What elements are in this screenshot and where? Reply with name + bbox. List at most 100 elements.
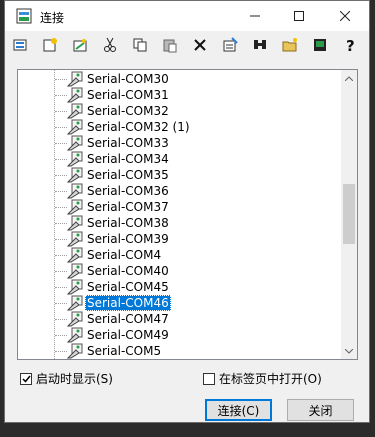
- session-item-label: Serial-COM30: [87, 72, 169, 86]
- tree-connector-line: [55, 79, 67, 80]
- tree-connector-line: [55, 159, 67, 160]
- scroll-down-button[interactable]: [341, 343, 357, 359]
- tree-connector-line: [55, 127, 67, 128]
- serial-session-icon: [66, 167, 83, 183]
- new-session-toolbar-button[interactable]: [39, 33, 60, 57]
- tree-connector-line: [55, 207, 67, 208]
- svg-text:?: ?: [346, 37, 355, 53]
- new-folder-toolbar-button[interactable]: [279, 33, 300, 57]
- window-title: 连接: [40, 11, 65, 25]
- tree-connector-line: [55, 143, 67, 144]
- find-toolbar-button[interactable]: [249, 33, 270, 57]
- checkbox-box[interactable]: [20, 372, 32, 385]
- session-item-label: Serial-COM32: [87, 104, 169, 118]
- serial-session-icon: [66, 295, 83, 311]
- serial-session-icon: [66, 183, 83, 199]
- serial-session-icon: [66, 231, 83, 247]
- tree-connector-line: [55, 111, 67, 112]
- session-item[interactable]: Serial-COM40: [18, 263, 338, 279]
- serial-session-icon: [66, 327, 83, 343]
- serial-session-icon: [66, 151, 83, 167]
- tree-connector-line: [55, 95, 67, 96]
- toolbar: ?: [5, 31, 369, 59]
- serial-session-icon: [66, 135, 83, 151]
- checkbox-box[interactable]: [203, 372, 215, 385]
- session-item-label: Serial-COM45: [87, 280, 169, 294]
- connect-app-icon: [16, 8, 32, 24]
- open-in-tab-label: 在标签页中打开(O): [219, 372, 322, 386]
- session-item[interactable]: Serial-COM36: [18, 183, 338, 199]
- session-tree[interactable]: Serial-COM30 Serial-COM31 Serial-COM32 Seri…: [17, 69, 358, 360]
- close-dialog-button[interactable]: 关闭: [287, 399, 354, 421]
- session-item[interactable]: Serial-COM34: [18, 151, 338, 167]
- session-item[interactable]: Serial-COM4: [18, 247, 338, 263]
- session-item[interactable]: Serial-COM38: [18, 215, 338, 231]
- serial-session-icon: [66, 263, 83, 279]
- help-toolbar-button[interactable]: ?: [339, 33, 360, 57]
- properties-toolbar-button[interactable]: [219, 33, 240, 57]
- chevron-up-icon: [345, 75, 353, 81]
- session-item-label: Serial-COM49: [87, 328, 169, 342]
- tree-connector-line: [55, 255, 67, 256]
- show-on-startup-checkbox[interactable]: 启动时显示(S): [20, 370, 113, 387]
- quick-connect-toolbar-button[interactable]: [69, 33, 90, 57]
- delete-toolbar-button[interactable]: [189, 33, 210, 57]
- session-item-label: Serial-COM37: [87, 200, 169, 214]
- show-on-startup-label: 启动时显示(S): [36, 372, 113, 386]
- minimize-button[interactable]: [233, 1, 277, 31]
- paste-toolbar-button[interactable]: [159, 33, 180, 57]
- serial-session-icon: [66, 215, 83, 231]
- session-item[interactable]: Serial-COM31: [18, 87, 338, 103]
- delete-icon: [193, 39, 206, 51]
- session-item-label: Serial-COM38: [87, 216, 169, 230]
- tree-connector-line: [55, 351, 67, 352]
- session-item[interactable]: Serial-COM39: [18, 231, 338, 247]
- session-item[interactable]: Serial-COM49: [18, 327, 338, 343]
- connect-toolbar-button[interactable]: [9, 33, 30, 57]
- connect-icon: [13, 39, 26, 51]
- session-item-label: Serial-COM39: [87, 232, 169, 246]
- session-item[interactable]: Serial-COM5: [18, 343, 338, 359]
- session-item-label: Serial-COM36: [87, 184, 169, 198]
- close-button[interactable]: [323, 1, 367, 31]
- scrollbar-thumb[interactable]: [343, 184, 355, 244]
- paste-icon: [163, 39, 176, 53]
- tree-connector-line: [55, 319, 67, 320]
- tree-connector-line: [55, 303, 67, 304]
- scroll-up-button[interactable]: [341, 70, 357, 86]
- serial-session-icon: [66, 119, 83, 135]
- session-item-label: Serial-COM40: [87, 264, 169, 278]
- desktop-icon: [313, 39, 326, 51]
- session-item[interactable]: Serial-COM32: [18, 103, 338, 119]
- serial-session-icon: [66, 311, 83, 327]
- close-icon: [340, 11, 350, 21]
- session-item-label: Serial-COM31: [87, 88, 169, 102]
- session-item[interactable]: Serial-COM30: [18, 71, 338, 87]
- session-item-label: Serial-COM33: [87, 136, 169, 150]
- session-item[interactable]: Serial-COM32 (1): [18, 119, 338, 135]
- serial-session-icon: [66, 247, 83, 263]
- copy-toolbar-button[interactable]: [129, 33, 150, 57]
- serial-session-icon: [66, 103, 83, 119]
- session-item-label: Serial-COM4: [87, 248, 162, 262]
- session-item[interactable]: Serial-COM35: [18, 167, 338, 183]
- session-item[interactable]: Serial-COM47: [18, 311, 338, 327]
- tree-connector-line: [55, 175, 67, 176]
- session-item[interactable]: Serial-COM33: [18, 135, 338, 151]
- copy-icon: [133, 38, 146, 52]
- connect-button[interactable]: 连接(C): [205, 399, 272, 421]
- vertical-scrollbar[interactable]: [341, 70, 357, 359]
- cut-toolbar-button[interactable]: [99, 33, 120, 57]
- connect-dialog: 连接 ? Serial-COM30 Serial-COM31 Serial-CO…: [4, 0, 370, 423]
- session-item[interactable]: Serial-COM45: [18, 279, 338, 295]
- maximize-button[interactable]: [277, 1, 321, 31]
- desktop-toolbar-button[interactable]: [309, 33, 330, 57]
- serial-session-icon: [66, 343, 83, 359]
- tree-connector-line: [55, 271, 67, 272]
- properties-icon: [223, 37, 238, 52]
- tree-connector-line: [55, 335, 67, 336]
- open-in-tab-checkbox[interactable]: 在标签页中打开(O): [203, 370, 322, 387]
- session-item[interactable]: Serial-COM46: [18, 295, 338, 311]
- minimize-icon: [250, 15, 260, 17]
- session-item[interactable]: Serial-COM37: [18, 199, 338, 215]
